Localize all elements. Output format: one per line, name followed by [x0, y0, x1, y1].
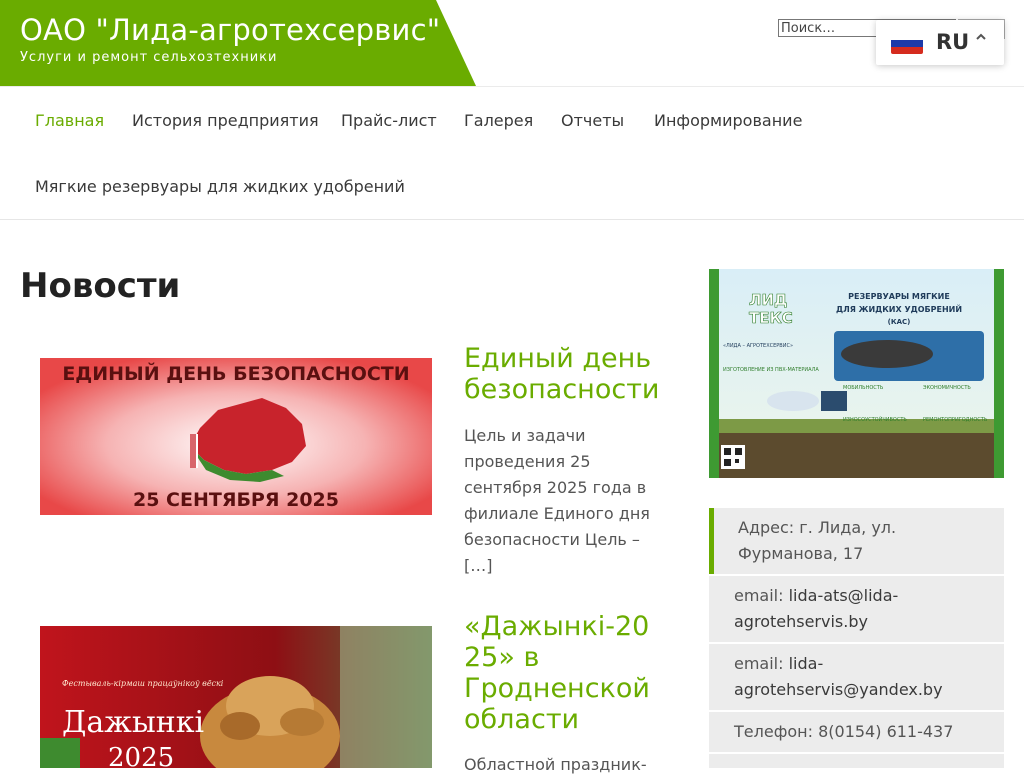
contact-email-1: email: lida-ats@lida-agrotehservis.by	[709, 576, 1004, 642]
address-text: Адрес: г. Лида, ул. Фурманова, 17	[738, 518, 897, 563]
contact-email-2: email: lida-agrotehservis@yandex.by	[709, 644, 1004, 710]
post-title-line: Единый день	[464, 343, 652, 374]
site-header: ОАО "Лида-агротехсервис" Услуги и ремонт…	[0, 0, 1024, 86]
read-more-link[interactable]: […]	[464, 553, 664, 579]
ad-heading-line1: РЕЗЕРВУАРЫ МЯГКИЕ	[848, 292, 950, 301]
post-title-line: безопасности	[464, 374, 660, 405]
post-title-link[interactable]: «Дажынкі-20 25» в Гродненской области	[464, 611, 684, 735]
festival-title-text: Дажынкі	[62, 705, 204, 740]
language-switcher[interactable]: RU	[876, 20, 1004, 65]
phone-text: Телефон: 8(0154) 611-437	[734, 722, 954, 741]
post-title-link[interactable]: Единый день безопасности	[464, 343, 684, 405]
main-navigation: Главная История предприятия Прайс-лист Г…	[0, 86, 1024, 220]
festival-subtitle-text: Фестываль-кірмаш працаўнікоў вёскі	[62, 679, 224, 688]
excerpt-line: сентября 2025 года в	[464, 478, 647, 497]
ad-left-heading: ИЗГОТОВЛЕНИЕ ИЗ ПВХ-МАТЕРИАЛА	[723, 367, 819, 373]
festival-year-text: 2025	[108, 743, 174, 768]
excerpt-line: филиале Единого дня	[464, 504, 650, 523]
site-title-link[interactable]: ОАО "Лида-агротехсервис"	[20, 13, 440, 47]
chevron-up-icon	[976, 33, 986, 40]
safety-day-banner-image: ЕДИНЫЙ ДЕНЬ БЕЗОПАСНОСТИ 25 СЕНТЯБРЯ 202…	[40, 358, 432, 515]
banner-date-text: 25 СЕНТЯБРЯ 2025	[133, 489, 339, 511]
contact-phone: Телефон: 8(0154) 611-437	[709, 712, 1004, 752]
contact-hours-partial	[709, 754, 1004, 768]
nav-item-informing[interactable]: Информирование	[654, 111, 802, 130]
ad-feature: МОБИЛЬНОСТЬ	[843, 385, 884, 391]
post-title-line: области	[464, 704, 580, 735]
nav-item-home[interactable]: Главная	[35, 111, 104, 130]
nav-item-gallery[interactable]: Галерея	[464, 111, 533, 130]
ad-logo-line1: ЛИД	[749, 291, 787, 309]
post-excerpt: Цель и задачи проведения 25 сентября 202…	[464, 423, 664, 579]
ad-feature: ЭКОНОМИЧНОСТЬ	[923, 385, 971, 391]
ad-org-text: «ЛИДА – АГРОТЕХСЕРВИС»	[723, 343, 793, 349]
post-thumbnail[interactable]: Фестываль-кірмаш працаўнікоў вёскі Дажын…	[40, 626, 432, 768]
brand-block: ОАО "Лида-агротехсервис" Услуги и ремонт…	[0, 0, 476, 86]
ad-feature: РЕМОНТОПРИГОДНОСТЬ	[923, 417, 988, 423]
language-code: RU	[936, 30, 970, 54]
ad-heading-line3: (КАС)	[888, 318, 911, 326]
nav-item-price-list[interactable]: Прайс-лист	[341, 111, 437, 130]
post-thumbnail[interactable]: ЕДИНЫЙ ДЕНЬ БЕЗОПАСНОСТИ 25 СЕНТЯБРЯ 202…	[40, 358, 432, 515]
dazhynki-festival-image: Фестываль-кірмаш працаўнікоў вёскі Дажын…	[40, 626, 432, 768]
banner-heading-text: ЕДИНЫЙ ДЕНЬ БЕЗОПАСНОСТИ	[62, 362, 409, 385]
nav-item-soft-tanks[interactable]: Мягкие резервуары для жидких удобрений	[35, 177, 405, 196]
excerpt-line: безопасности Цель –	[464, 530, 640, 549]
excerpt-line: Цель и задачи	[464, 426, 586, 445]
site-tagline: Услуги и ремонт сельхозтехники	[20, 50, 278, 65]
nav-item-history[interactable]: История предприятия	[132, 111, 319, 130]
nav-item-reports[interactable]: Отчеты	[561, 111, 624, 130]
email-label: email:	[734, 586, 789, 605]
excerpt-line: Областной праздник-	[464, 755, 647, 774]
post-title-line: 25» в	[464, 642, 540, 673]
contact-address: Адрес: г. Лида, ул. Фурманова, 17	[709, 508, 1004, 574]
ad-feature: ИЗНОСОУСТОЙЧИВОСТЬ	[843, 416, 907, 423]
excerpt-line: проведения 25	[464, 452, 591, 471]
soft-tanks-ad-banner[interactable]: ЛИД ТЕКС РЕЗЕРВУАРЫ МЯГКИЕ ДЛЯ ЖИДКИХ УД…	[709, 269, 1004, 478]
page-title: Новости	[20, 266, 181, 306]
post-excerpt: Областной праздник-	[464, 752, 664, 778]
ad-logo-line2: ТЕКС	[749, 309, 793, 327]
email-label: email:	[734, 654, 789, 673]
post-title-line: «Дажынкі-20	[464, 611, 650, 642]
russia-flag-icon	[891, 33, 923, 54]
soft-tanks-ad-image: ЛИД ТЕКС РЕЗЕРВУАРЫ МЯГКИЕ ДЛЯ ЖИДКИХ УД…	[709, 269, 1004, 478]
ad-heading-line2: ДЛЯ ЖИДКИХ УДОБРЕНИЙ	[836, 303, 962, 314]
post-title-line: Гродненской	[464, 673, 650, 704]
